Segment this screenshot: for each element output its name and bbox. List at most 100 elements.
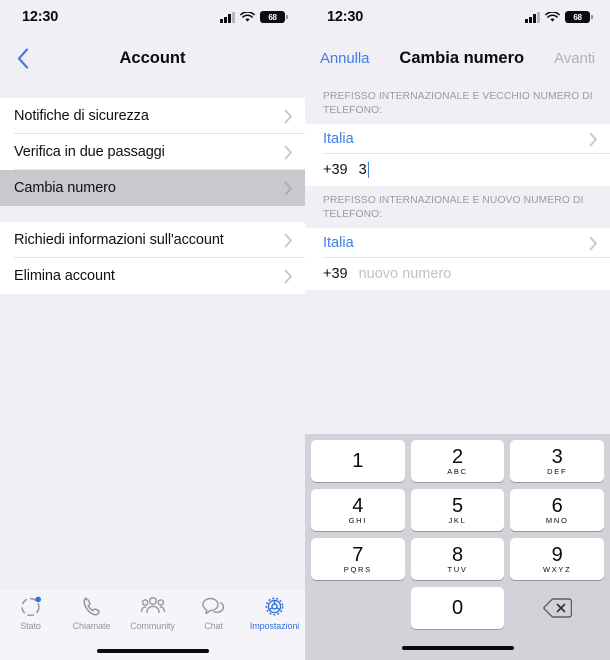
chevron-right-icon xyxy=(284,233,292,247)
new-number-input-row[interactable]: +39 nuovo numero xyxy=(305,258,610,290)
country-prefix-new: +39 xyxy=(323,266,348,282)
list-item-elimina-account[interactable]: Elimina account xyxy=(0,258,305,294)
battery-icon: 68 xyxy=(565,10,593,24)
status-bar-left: 12:30 68 xyxy=(0,0,305,34)
key-letters: PQRS xyxy=(343,564,372,574)
status-icons-group: 68 xyxy=(220,10,288,24)
key-0[interactable]: 0 xyxy=(410,587,505,629)
keypad-row-1: 1 2 ABC 3 DEF xyxy=(308,440,607,482)
cancel-button[interactable]: Annulla xyxy=(320,50,369,67)
text-cursor xyxy=(367,162,370,178)
key-number: 1 xyxy=(352,450,364,472)
keypad-row-2: 4 GHI 5 JKL 6 MNO xyxy=(308,489,607,531)
country-selector-old[interactable]: Italia xyxy=(305,124,610,154)
tab-label: Chiamate xyxy=(72,621,111,631)
chevron-right-icon xyxy=(284,109,292,123)
battery-level-text: 68 xyxy=(268,12,277,22)
key-number: 0 xyxy=(451,597,464,619)
key-number: 4 xyxy=(352,494,364,517)
key-number: 8 xyxy=(451,543,464,566)
key-2[interactable]: 2 ABC xyxy=(410,440,505,482)
old-number-input-row[interactable]: +39 3 xyxy=(305,154,610,186)
row-label: Elimina account xyxy=(14,268,115,284)
row-label: Verifica in due passaggi xyxy=(14,144,165,160)
key-letters: ABC xyxy=(447,466,468,476)
key-letters: JKL xyxy=(448,515,467,525)
tab-chat[interactable]: Chat xyxy=(183,594,244,642)
key-4[interactable]: 4 GHI xyxy=(311,489,405,531)
section-header-old-number: PREFISSO INTERNAZIONALE E VECCHIO NUMERO… xyxy=(305,82,610,124)
chevron-right-icon xyxy=(284,145,292,159)
country-label: Italia xyxy=(323,235,354,251)
tab-chiamate[interactable]: Chiamate xyxy=(61,594,122,642)
settings-group-one: Notifiche di sicurezza Verifica in due p… xyxy=(0,98,305,206)
cellular-signal-icon xyxy=(525,11,540,23)
phone-icon xyxy=(81,594,103,618)
page-title: Cambia numero xyxy=(399,48,525,67)
left-spacer-middle xyxy=(0,206,305,222)
key-number: 6 xyxy=(551,494,563,517)
home-indicator-left xyxy=(0,642,305,660)
key-9[interactable]: 9 WXYZ xyxy=(510,538,605,580)
key-7[interactable]: 7 PQRS xyxy=(311,538,405,580)
left-screen-account-settings: 12:30 68 Account Notifiche di sicurezza xyxy=(0,0,305,660)
left-nav-bar: Account xyxy=(0,34,305,82)
row-label: Cambia numero xyxy=(14,180,116,196)
list-item-verifica-in-due-passaggi[interactable]: Verifica in due passaggi xyxy=(0,134,305,170)
tab-list: Stato Chiamate Community Chat Impostazio… xyxy=(0,590,305,642)
home-bar[interactable] xyxy=(96,649,209,653)
key-letters: TUV xyxy=(447,564,468,574)
list-item-cambia-numero[interactable]: Cambia numero xyxy=(0,170,305,206)
key-5[interactable]: 5 JKL xyxy=(410,489,505,531)
cellular-signal-icon xyxy=(220,11,235,23)
chevron-right-icon xyxy=(284,269,292,283)
key-number: 2 xyxy=(451,445,464,468)
community-icon xyxy=(140,594,166,618)
list-item-richiedi-informazioni[interactable]: Richiedi informazioni sull'account xyxy=(0,222,305,258)
status-bar-right: 12:30 68 xyxy=(305,0,610,34)
tab-impostazioni[interactable]: Impostazioni xyxy=(244,594,305,642)
gear-icon xyxy=(263,594,286,618)
chevron-left-icon xyxy=(17,47,29,69)
wifi-icon xyxy=(240,11,255,23)
tab-community[interactable]: Community xyxy=(122,594,183,642)
country-selector-new[interactable]: Italia xyxy=(305,228,610,258)
list-item-notifiche-di-sicurezza[interactable]: Notifiche di sicurezza xyxy=(0,98,305,134)
tab-stato[interactable]: Stato xyxy=(0,594,61,642)
key-blank-left xyxy=(311,587,405,629)
key-number: 9 xyxy=(551,543,563,566)
key-6[interactable]: 6 MNO xyxy=(510,489,605,531)
section-header-new-number: PREFISSO INTERNAZIONALE E NUOVO NUMERO D… xyxy=(305,186,610,228)
key-letters: MNO xyxy=(545,515,569,525)
back-button[interactable] xyxy=(10,45,36,71)
key-letters: GHI xyxy=(348,515,368,525)
numeric-keypad: 1 2 ABC 3 DEF 4 GHI 5 JKL 6 MNO 7 PQRS 8… xyxy=(305,434,610,660)
status-time: 12:30 xyxy=(22,9,59,25)
status-ring-icon xyxy=(19,594,42,618)
home-bar[interactable] xyxy=(401,646,514,650)
key-number: 3 xyxy=(551,445,563,468)
country-label: Italia xyxy=(323,131,354,147)
settings-group-two: Richiedi informazioni sull'account Elimi… xyxy=(0,222,305,294)
right-screen-change-number: 12:30 68 Annulla Cambia numero Avanti PR… xyxy=(305,0,610,660)
tab-label: Impostazioni xyxy=(249,621,300,631)
page-title: Account xyxy=(119,48,186,67)
chat-bubble-icon xyxy=(201,594,226,618)
status-icons-group: 68 xyxy=(525,10,593,24)
chevron-right-icon xyxy=(589,132,597,146)
key-number: 5 xyxy=(451,494,464,517)
key-letters: WXYZ xyxy=(542,564,572,574)
row-label: Notifiche di sicurezza xyxy=(14,108,149,124)
key-1[interactable]: 1 xyxy=(311,440,405,482)
old-number-input[interactable]: 3 xyxy=(359,162,367,178)
status-time: 12:30 xyxy=(327,9,364,25)
next-button: Avanti xyxy=(554,49,595,67)
dual-screen-container: 12:30 68 Account Notifiche di sicurezza xyxy=(0,0,610,660)
backspace-key[interactable] xyxy=(510,587,604,629)
key-3[interactable]: 3 DEF xyxy=(510,440,605,482)
tab-label: Chat xyxy=(204,621,223,631)
new-number-input-placeholder[interactable]: nuovo numero xyxy=(359,266,452,282)
key-number: 7 xyxy=(352,543,364,566)
key-8[interactable]: 8 TUV xyxy=(410,538,505,580)
right-nav-bar: Annulla Cambia numero Avanti xyxy=(305,34,610,82)
